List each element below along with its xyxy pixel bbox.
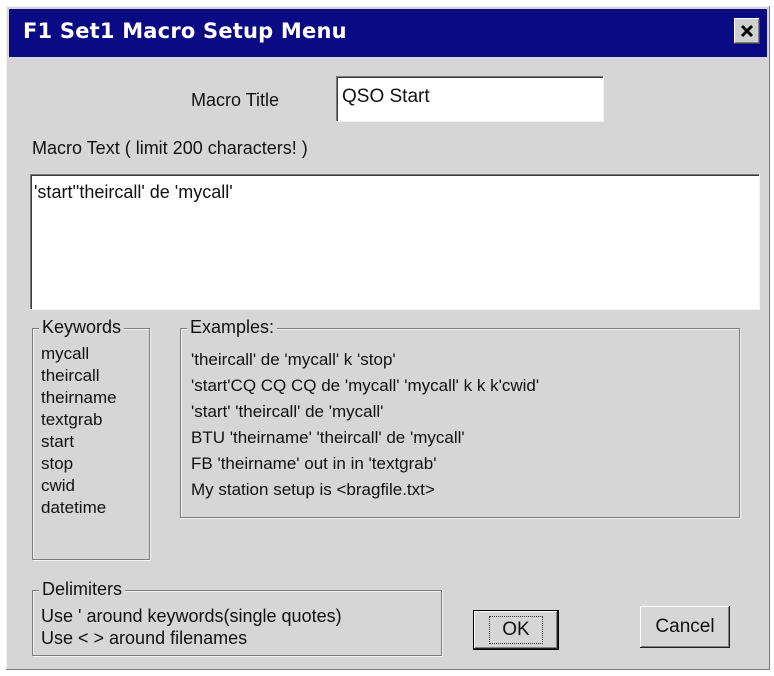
macro-title-input[interactable]: QSO Start	[336, 76, 604, 122]
cancel-label: Cancel	[655, 616, 715, 637]
examples-title: Examples:	[187, 317, 278, 338]
keyword-item: datetime	[41, 498, 107, 517]
keyword-item: textgrab	[41, 410, 103, 429]
title-bar[interactable]: F1 Set1 Macro Setup Menu	[9, 9, 767, 57]
examples-list: 'theircall' de 'mycall' k 'stop' 'start'…	[191, 347, 539, 503]
examples-group: Examples: 'theircall' de 'mycall' k 'sto…	[180, 317, 740, 518]
delimiter-line: Use ' around keywords(single quotes)	[41, 606, 342, 626]
keywords-title: Keywords	[39, 317, 125, 338]
keyword-item: stop	[41, 454, 74, 473]
example-item: 'theircall' de 'mycall' k 'stop'	[191, 350, 396, 369]
cancel-button[interactable]: Cancel	[640, 606, 730, 648]
example-item: BTU 'theirname' 'theircall' de 'mycall'	[191, 428, 465, 447]
keyword-item: start	[41, 432, 75, 451]
keyword-item: mycall	[41, 344, 90, 363]
keywords-list: mycall theircall theirname textgrab star…	[41, 343, 117, 519]
macro-text-label: Macro Text ( limit 200 characters! )	[32, 138, 308, 158]
example-item: 'start'CQ CQ CQ de 'mycall' 'mycall' k k…	[191, 376, 540, 395]
example-item: 'start' 'theircall' de 'mycall'	[191, 402, 384, 421]
example-item: FB 'theirname' out in in 'textgrab'	[191, 454, 437, 473]
macro-text-value: 'start''theircall' de 'mycall'	[34, 182, 233, 202]
macro-text-area[interactable]: 'start''theircall' de 'mycall'	[30, 174, 760, 310]
delimiters-group: Delimiters Use ' around keywords(single …	[32, 579, 442, 656]
window-title: F1 Set1 Macro Setup Menu	[23, 19, 347, 43]
close-icon	[740, 24, 754, 38]
delimiters-title: Delimiters	[39, 579, 126, 600]
macro-title-label: Macro Title	[191, 90, 280, 110]
example-item: My station setup is <bragfile.txt>	[191, 480, 435, 499]
close-button[interactable]	[734, 18, 760, 44]
keyword-item: cwid	[41, 476, 76, 495]
ok-button[interactable]: OK	[473, 610, 559, 650]
delimiter-line: Use < > around filenames	[41, 628, 248, 648]
keyword-item: theircall	[41, 366, 100, 385]
macro-setup-dialog: F1 Set1 Macro Setup Menu Macro Title QSO…	[6, 6, 770, 670]
keywords-group: Keywords mycall theircall theirname text…	[32, 317, 150, 560]
macro-title-value: QSO Start	[342, 86, 430, 107]
delimiters-list: Use ' around keywords(single quotes) Use…	[41, 605, 342, 649]
keyword-item: theirname	[41, 388, 117, 407]
ok-label: OK	[489, 616, 543, 644]
